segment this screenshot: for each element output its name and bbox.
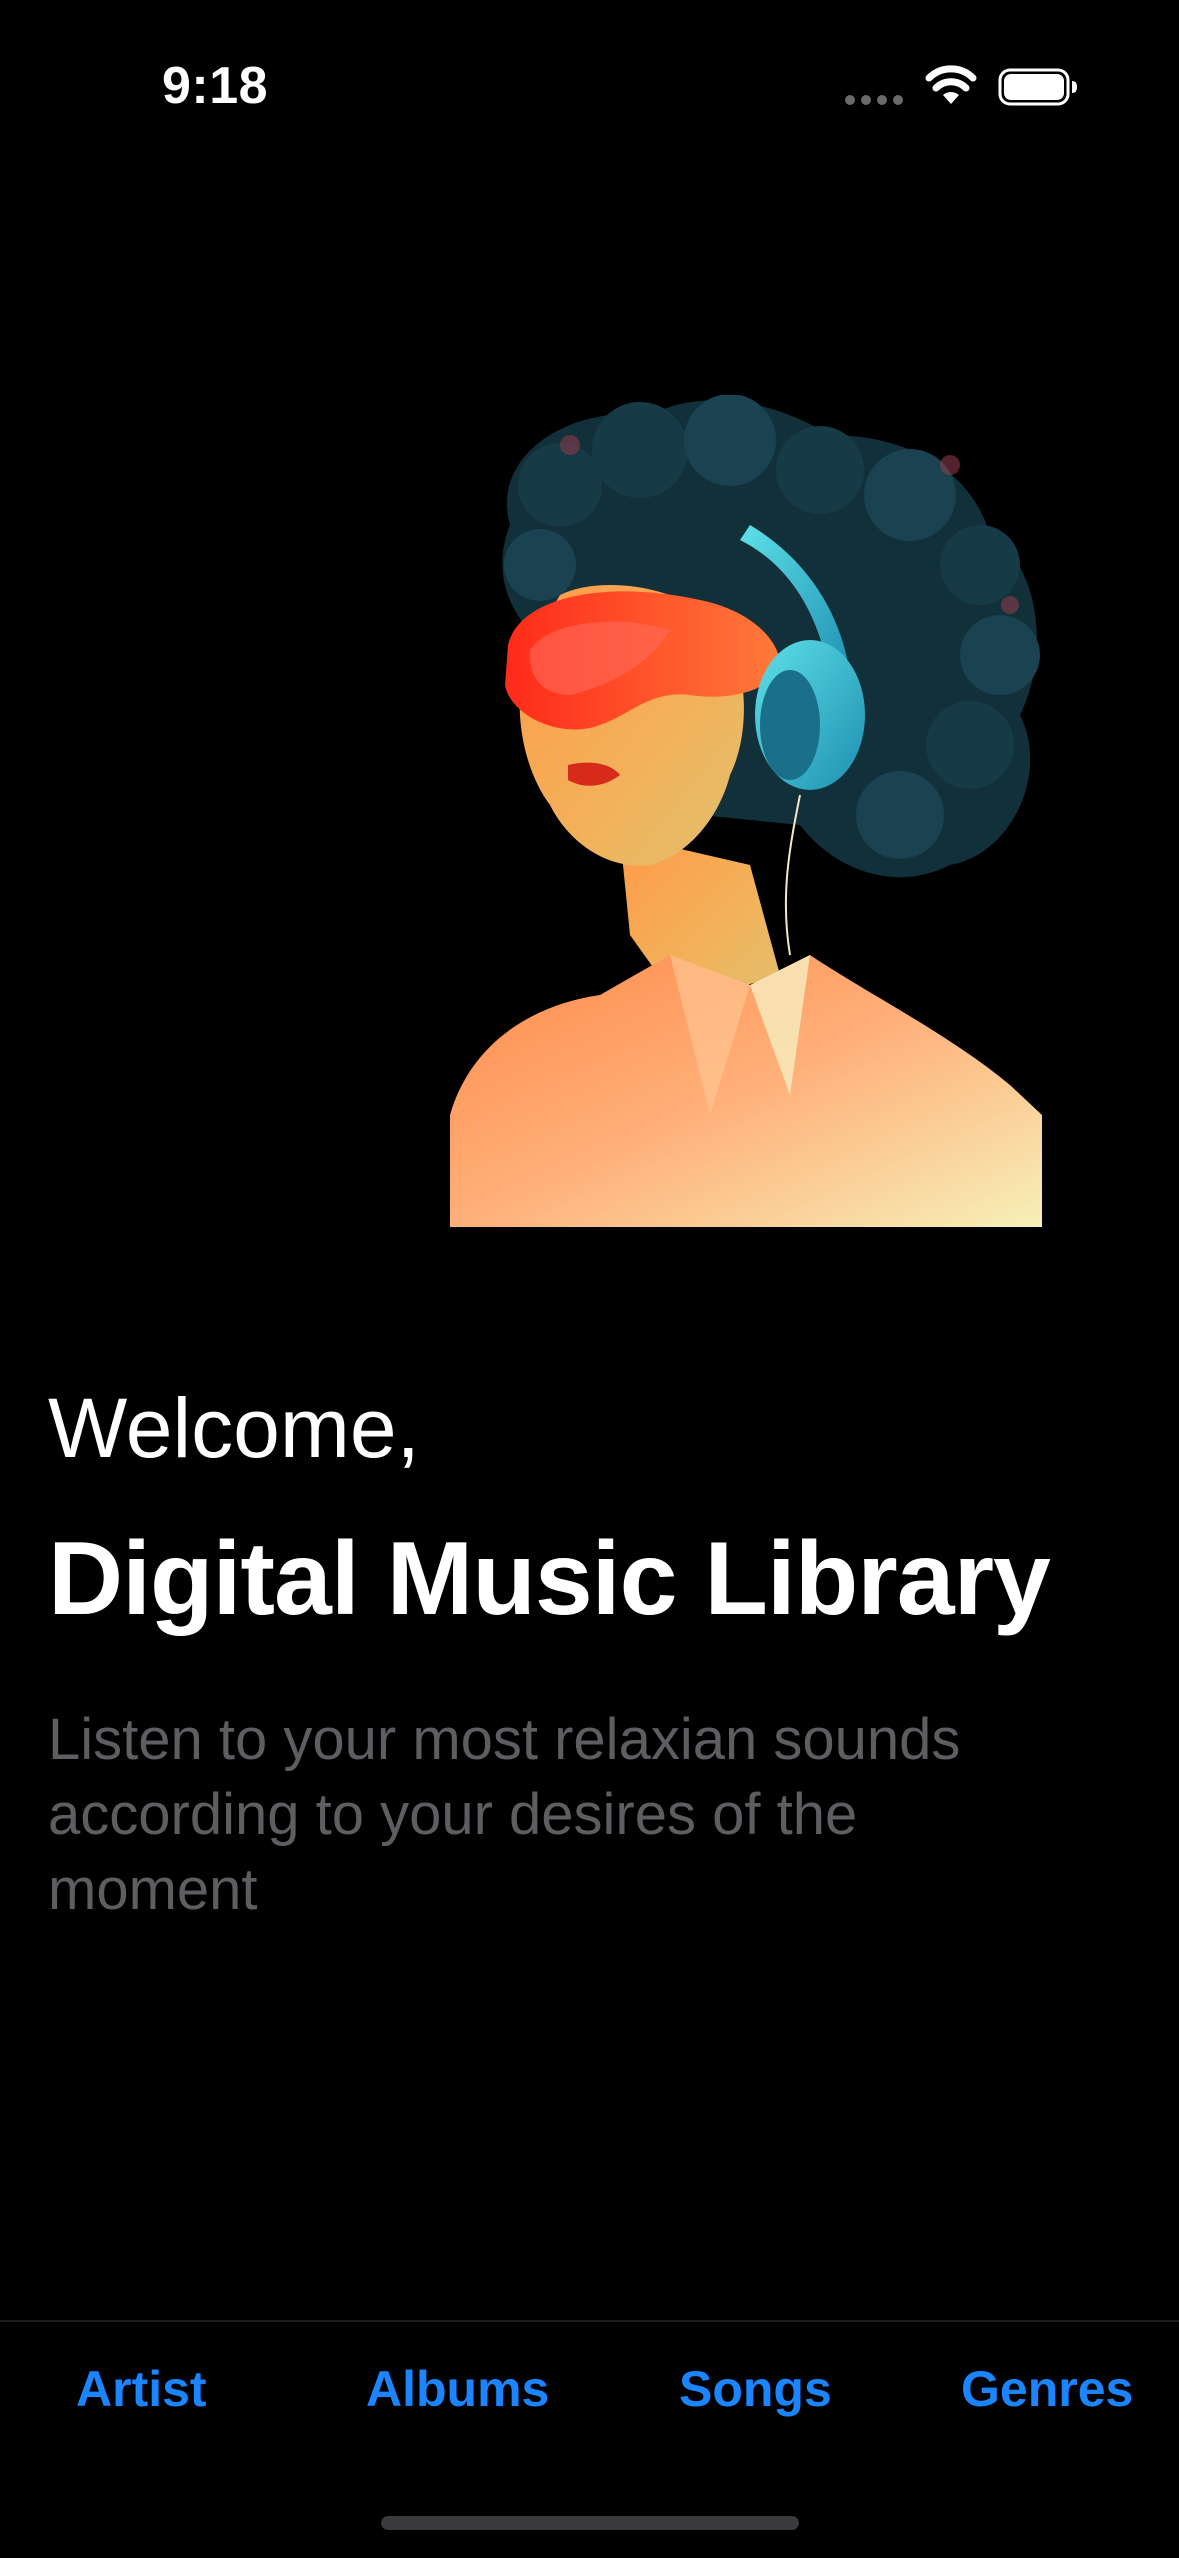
welcome-text: Welcome, bbox=[48, 1381, 420, 1475]
tab-songs[interactable]: Songs bbox=[679, 2360, 832, 2418]
status-bar: 9:18 bbox=[0, 0, 1179, 170]
hero-illustration bbox=[450, 395, 1042, 1227]
wifi-icon bbox=[925, 65, 977, 104]
tab-artist[interactable]: Artist bbox=[76, 2360, 207, 2418]
tab-albums[interactable]: Albums bbox=[366, 2360, 549, 2418]
description-text: Listen to your most relaxian sounds acco… bbox=[48, 1707, 961, 1922]
cellular-signal-icon bbox=[845, 95, 903, 105]
tab-genres[interactable]: Genres bbox=[961, 2360, 1133, 2418]
battery-icon bbox=[998, 68, 1077, 106]
status-time: 9:18 bbox=[162, 57, 269, 115]
page-title: Digital Music Library bbox=[48, 1521, 1051, 1637]
home-indicator[interactable] bbox=[381, 2516, 799, 2530]
